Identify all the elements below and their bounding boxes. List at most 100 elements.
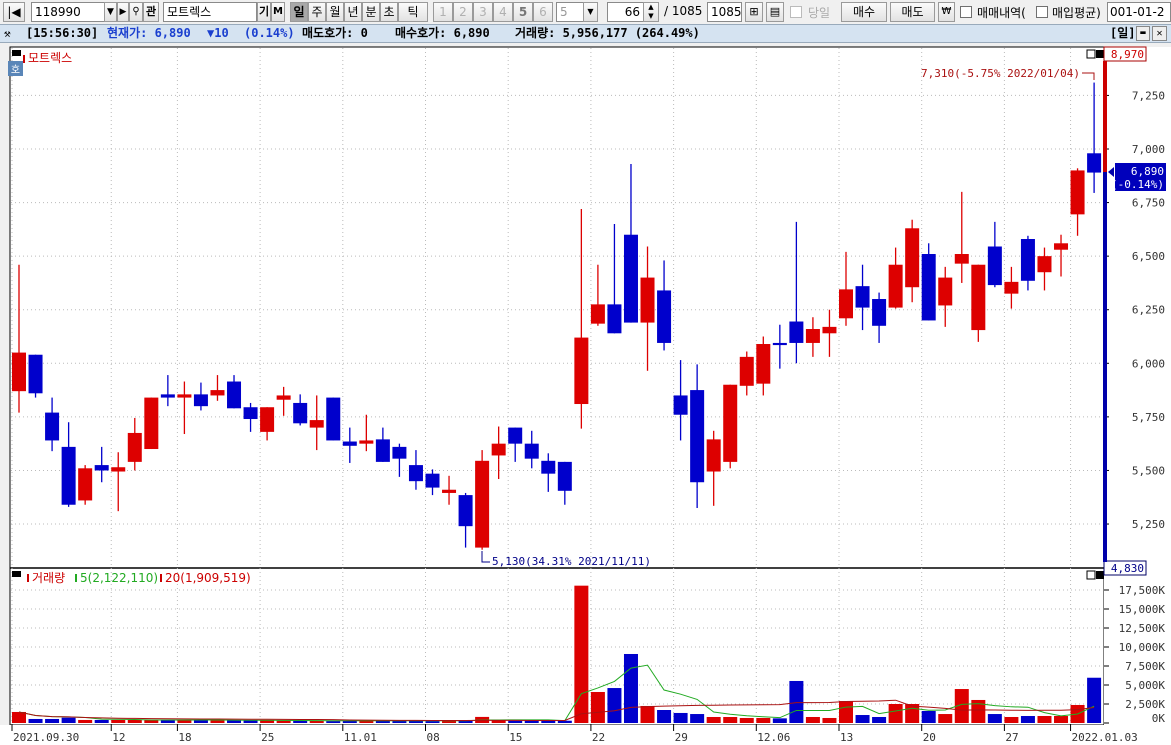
- account-field[interactable]: 001-01-2: [1107, 2, 1171, 22]
- volume-bar: [723, 716, 738, 723]
- candle-body: [127, 432, 142, 462]
- candle-body: [872, 299, 887, 326]
- candle-body: [1054, 243, 1069, 250]
- tab-minute[interactable]: 분: [362, 2, 380, 22]
- volume-bar: [839, 701, 853, 723]
- sell-button[interactable]: 매도: [890, 2, 935, 22]
- candle-body: [45, 412, 60, 441]
- number-button-2[interactable]: 2: [453, 2, 473, 22]
- tab-week[interactable]: 주: [308, 2, 326, 22]
- tab-second[interactable]: 초: [380, 2, 398, 22]
- number-button-4[interactable]: 4: [493, 2, 513, 22]
- volume-tick-label: 10,000K: [1119, 641, 1166, 654]
- upper-range-bar: [1103, 61, 1107, 172]
- volume-panel-maximize-icon[interactable]: [1086, 570, 1096, 580]
- volume-bar: [623, 653, 638, 723]
- add-chart-icon[interactable]: ⊞: [745, 2, 763, 22]
- volume-bar: [822, 717, 837, 723]
- candle-body: [657, 290, 672, 343]
- panel-close-icon[interactable]: [1096, 50, 1104, 58]
- interest-button[interactable]: 관: [143, 2, 159, 22]
- candle-body: [425, 473, 440, 488]
- tab-month[interactable]: 월: [326, 2, 344, 22]
- next-arrow-icon[interactable]: ▶: [117, 2, 129, 22]
- count-spinner[interactable]: ▲ ▼: [643, 2, 659, 22]
- buy-button[interactable]: 매수: [841, 2, 887, 22]
- candle-body: [177, 394, 192, 398]
- candle-body: [706, 439, 721, 472]
- first-page-button[interactable]: |◀: [3, 2, 25, 22]
- candle-body: [557, 461, 572, 491]
- price-legend-title: 모트렉스: [28, 51, 72, 65]
- stock-name-field[interactable]: 모트렉스: [163, 2, 257, 22]
- candle-body: [971, 264, 986, 331]
- total-count-field[interactable]: 1085: [707, 2, 742, 22]
- price-tick-label: 6,250: [1132, 304, 1165, 317]
- gi-button[interactable]: 기: [257, 2, 271, 22]
- date-tick-label: 15: [509, 731, 522, 744]
- count-input[interactable]: 66: [607, 2, 644, 22]
- candle-body: [326, 397, 341, 441]
- ask-price: 매도호가: 0: [302, 26, 368, 40]
- candle-body: [144, 397, 159, 450]
- save-icon[interactable]: ▤: [766, 2, 784, 22]
- date-tick-label: 12: [112, 731, 125, 744]
- candle-body: [739, 356, 754, 386]
- volume-bar: [94, 719, 109, 723]
- candle-body: [475, 460, 490, 548]
- won-button[interactable]: ₩: [938, 2, 955, 22]
- candle-body: [342, 441, 357, 446]
- volume-panel-close-icon[interactable]: [1096, 571, 1104, 579]
- volume-panel-menu-icon[interactable]: [12, 571, 21, 577]
- stock-code-input[interactable]: 118990: [31, 2, 105, 22]
- date-tick-label: 2021.09.30: [13, 731, 79, 744]
- date-tick-label: 08: [427, 731, 440, 744]
- period-indicator: [일]: [1110, 26, 1136, 40]
- wrench-icon[interactable]: ⚒: [4, 25, 11, 42]
- volume-bar: [127, 719, 142, 723]
- number-button-5[interactable]: 5: [513, 2, 533, 22]
- candle-body: [1020, 239, 1035, 281]
- date-tick-label: 20: [923, 731, 936, 744]
- number-button-6[interactable]: 6: [533, 2, 553, 22]
- today-checkbox[interactable]: [790, 6, 802, 18]
- upper-limit-label: 8,970: [1111, 48, 1144, 61]
- volume-bar: [210, 720, 225, 723]
- volume-bar: [1037, 716, 1052, 723]
- candle-body: [855, 286, 870, 308]
- price-tick-label: 5,750: [1132, 411, 1165, 424]
- number-button-1[interactable]: 1: [433, 2, 453, 22]
- date-tick-label: 11.01: [344, 731, 377, 744]
- close-window-button[interactable]: ✕: [1152, 26, 1167, 41]
- candle-body: [607, 304, 622, 334]
- code-dropdown-icon[interactable]: ▼: [104, 2, 117, 22]
- price-tick-label: 5,250: [1132, 518, 1165, 531]
- number-button-3[interactable]: 3: [473, 2, 493, 22]
- stock-chart[interactable]: 5,250 5,500 5,750 6,000 6,250 6,500 6,750 7,000…: [0, 43, 1171, 745]
- candle-body: [408, 465, 423, 482]
- candle-body: [789, 321, 804, 343]
- volume-bar: [640, 705, 655, 723]
- search-icon[interactable]: ⚲: [129, 2, 143, 22]
- m-button[interactable]: M: [271, 2, 285, 22]
- date-tick-label: 12.06: [757, 731, 790, 744]
- tab-year[interactable]: 년: [344, 2, 362, 22]
- panel-maximize-icon[interactable]: [1086, 49, 1096, 59]
- number-select[interactable]: 5: [556, 2, 584, 22]
- candle-body: [1087, 153, 1102, 173]
- volume-bar: [524, 720, 539, 723]
- number-select-dropdown-icon[interactable]: ▼: [583, 2, 598, 22]
- price-tick-label: 5,500: [1132, 464, 1165, 477]
- candle-body: [921, 254, 936, 321]
- tab-tick[interactable]: 틱: [398, 2, 428, 22]
- volume-tick-label: 15,000K: [1119, 603, 1166, 616]
- avg-buy-checkbox[interactable]: [1036, 6, 1048, 18]
- volume-bar: [987, 714, 1002, 723]
- lower-range-bar: [1103, 172, 1107, 562]
- panel-menu-icon[interactable]: [12, 50, 21, 56]
- tab-day[interactable]: 일: [290, 2, 308, 22]
- trade-history-checkbox[interactable]: [960, 6, 972, 18]
- current-price-pct: (-0.14%): [1111, 178, 1164, 191]
- minimize-window-button[interactable]: ▬: [1136, 26, 1150, 41]
- volume-bar: [1087, 677, 1102, 723]
